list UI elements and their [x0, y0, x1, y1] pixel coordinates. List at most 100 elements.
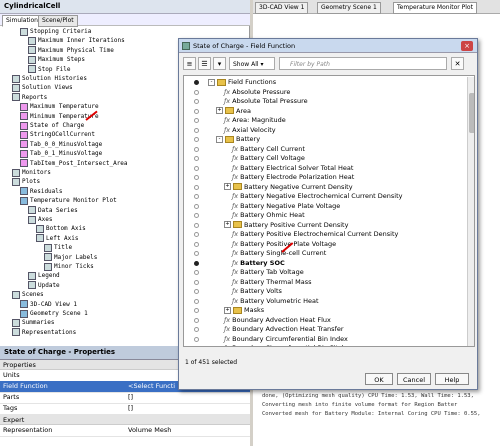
list-scrollbar[interactable]	[467, 77, 474, 346]
field-function-item[interactable]: + Battery Positive Current Density	[184, 221, 464, 231]
tree-item[interactable]: Left Axis	[36, 234, 79, 243]
field-function-item[interactable]: ƒx Battery Electrical Solver Total Heat	[184, 164, 464, 174]
field-function-item[interactable]: ƒx Battery Cell Current	[184, 145, 464, 155]
tree-item[interactable]: Plots	[12, 177, 40, 186]
prop-row-tags[interactable]: Tags []	[0, 403, 250, 415]
select-radio[interactable]	[194, 89, 199, 95]
tree-item[interactable]: Stopping Criteria	[20, 27, 91, 36]
filter-by-path-input[interactable]: Filter by Path	[279, 57, 447, 70]
field-function-item[interactable]: ƒx Battery Single-cell Current	[184, 249, 464, 259]
expand-icon[interactable]: +	[224, 221, 231, 228]
field-function-item[interactable]: ƒx Battery Negative Electrochemical Curre…	[184, 192, 464, 202]
tree-item[interactable]: Summaries	[12, 318, 55, 327]
tree-item[interactable]: 3D-CAD View 1	[20, 300, 77, 309]
field-function-item[interactable]: + Masks	[184, 306, 464, 316]
scrollbar-thumb[interactable]	[469, 93, 474, 133]
select-radio[interactable]	[194, 213, 199, 218]
field-function-item[interactable]: + Area	[184, 107, 464, 117]
tab-3d-cad-view[interactable]: 3D-CAD View 1	[255, 2, 309, 14]
field-function-item[interactable]: ƒx Battery Negative Plate Voltage	[184, 202, 464, 212]
field-function-item[interactable]: ƒx Battery Thermal Mass	[184, 278, 464, 288]
select-radio[interactable]	[194, 80, 199, 85]
select-radio[interactable]	[194, 289, 199, 294]
show-all-dropdown[interactable]: Show All ▾	[229, 57, 275, 70]
select-radio[interactable]	[194, 99, 199, 104]
field-function-item[interactable]: ƒx Battery Cell Voltage	[184, 154, 464, 164]
field-function-item[interactable]: ƒx Battery Electrode Polarization Heat	[184, 173, 464, 183]
select-radio[interactable]	[194, 260, 199, 266]
tree-item[interactable]: Tab_0_0_MinusVoltage	[20, 140, 102, 149]
tree-view-icon[interactable]: ≡	[183, 57, 196, 70]
select-radio[interactable]	[194, 108, 199, 114]
tree-item[interactable]: Tab_0_1_MinusVoltage	[20, 149, 102, 158]
tree-item[interactable]: Axes	[28, 215, 52, 224]
tree-item[interactable]: Maximum Steps	[28, 55, 85, 64]
tab-simulation[interactable]: Simulation	[2, 15, 42, 27]
tree-item[interactable]: Maximum Inner Iterations	[28, 36, 125, 45]
select-radio[interactable]	[194, 137, 199, 142]
tree-item[interactable]: Maximum Physical Time	[28, 46, 114, 55]
tree-item[interactable]: TabItem_Post_Intersect_Area	[20, 159, 128, 168]
field-function-item[interactable]: - Battery	[184, 135, 464, 145]
field-function-item[interactable]: ƒx Area: Magnitude	[184, 116, 464, 126]
select-radio[interactable]	[194, 118, 199, 123]
tree-item[interactable]: Solution Views	[12, 83, 73, 92]
field-function-item[interactable]: ƒx Battery Ohmic Heat	[184, 211, 464, 221]
field-function-item[interactable]: ƒx Battery Tab Voltage	[184, 268, 464, 278]
field-function-item[interactable]: ƒx Boundary Circumferential Bin Index	[184, 335, 464, 345]
tree-item[interactable]: Geometry Scene 1	[20, 309, 88, 318]
field-function-item[interactable]: ƒx Axial Velocity	[184, 126, 464, 136]
select-radio[interactable]	[194, 127, 199, 133]
select-radio[interactable]	[194, 279, 199, 285]
field-function-item[interactable]: ƒx Absolute Total Pressure	[184, 97, 464, 107]
expand-icon[interactable]: +	[216, 107, 223, 114]
field-function-item[interactable]: - Field Functions	[184, 78, 464, 88]
tree-item[interactable]: Solution Histories	[12, 74, 87, 83]
tab-scene-plot[interactable]: Scene/Plot	[38, 15, 78, 27]
select-radio[interactable]	[194, 194, 199, 199]
ok-button[interactable]: OK	[365, 373, 393, 385]
tree-item[interactable]: StringOCellCurrent	[20, 130, 95, 139]
clear-filter-icon[interactable]: ✕	[451, 57, 464, 70]
tree-item[interactable]: Monitors	[12, 168, 51, 177]
tree-item[interactable]: Bottom Axis	[36, 224, 86, 233]
field-function-item[interactable]: + Battery Negative Current Density	[184, 183, 464, 193]
field-function-item[interactable]: ƒx Battery Volumetric Heat	[184, 297, 464, 307]
tree-item[interactable]: Maximum Temperature	[20, 102, 99, 111]
field-function-item[interactable]: ƒx Battery Volts	[184, 287, 464, 297]
filter-icon[interactable]: ▾	[213, 57, 226, 70]
tree-item[interactable]: Legend	[28, 271, 60, 280]
prop-row-representation[interactable]: Representation Volume Mesh	[0, 425, 250, 437]
field-function-item[interactable]: ƒx Battery SOC	[184, 259, 464, 269]
select-radio[interactable]	[194, 327, 199, 332]
tree-item[interactable]: Major Labels	[44, 253, 97, 262]
field-function-item[interactable]: ƒx Boundary Advection Heat Flux	[184, 316, 464, 326]
select-radio[interactable]	[194, 156, 199, 161]
select-radio[interactable]	[194, 346, 199, 347]
select-radio[interactable]	[194, 317, 199, 323]
tree-item[interactable]: Temperature Monitor Plot	[20, 196, 117, 205]
close-icon[interactable]: ×	[461, 41, 473, 51]
field-function-item[interactable]: ƒx Battery Positive Plate Voltage	[184, 240, 464, 250]
tree-item[interactable]: Reports	[12, 93, 47, 102]
select-radio[interactable]	[194, 336, 199, 342]
tree-item[interactable]: Data Series	[28, 206, 78, 215]
select-radio[interactable]	[194, 222, 199, 228]
select-radio[interactable]	[194, 175, 199, 180]
collapse-icon[interactable]: -	[208, 78, 215, 86]
select-radio[interactable]	[194, 298, 199, 304]
tree-item[interactable]: State of Charge	[20, 121, 84, 130]
select-radio[interactable]	[194, 251, 199, 256]
tree-item[interactable]: Update	[28, 281, 60, 290]
cancel-button[interactable]: Cancel	[397, 373, 431, 385]
tree-item[interactable]: Representations	[12, 328, 76, 337]
expand-icon[interactable]: +	[224, 306, 231, 314]
field-function-item[interactable]: ƒx Battery Positive Electrochemical Curre…	[184, 230, 464, 240]
expert-section-header[interactable]: Expert	[0, 415, 250, 425]
select-radio[interactable]	[194, 146, 199, 152]
expand-icon[interactable]: +	[224, 183, 231, 190]
select-radio[interactable]	[194, 184, 199, 190]
field-function-item[interactable]: ƒxBoundary Circumferential Bin Pitch	[184, 344, 464, 347]
tree-item[interactable]: Minor Ticks	[44, 262, 94, 271]
select-radio[interactable]	[194, 165, 199, 171]
